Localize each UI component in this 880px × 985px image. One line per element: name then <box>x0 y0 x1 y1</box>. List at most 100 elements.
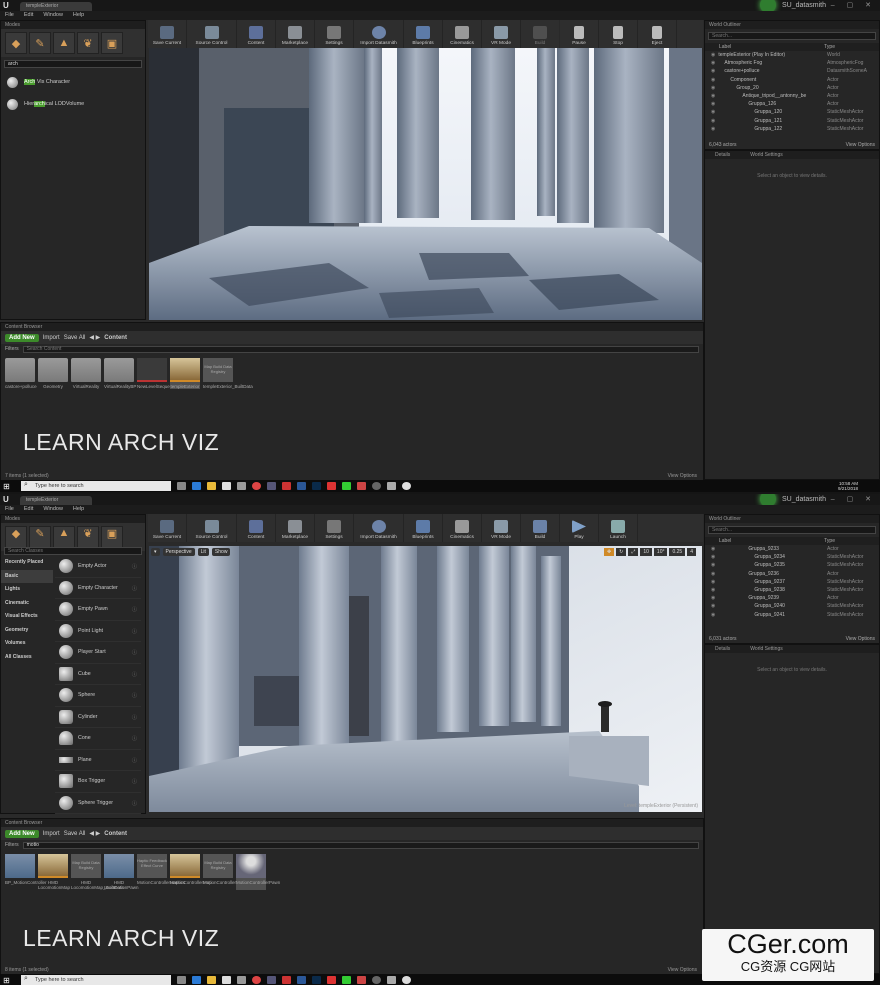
explorer-icon[interactable] <box>207 482 216 490</box>
details-tab[interactable]: Details <box>705 151 740 159</box>
blueprints-button[interactable]: Blueprints <box>404 514 443 542</box>
mail-icon[interactable] <box>237 976 246 984</box>
history-arrows-icon[interactable]: ◀ ▶ <box>89 830 100 837</box>
visibility-eye-icon[interactable]: ◉ <box>711 603 715 609</box>
place-mode-icon[interactable]: ◆ <box>5 526 27 548</box>
visibility-eye-icon[interactable]: ◉ <box>711 93 715 99</box>
translate-icon[interactable]: ✥ <box>603 548 615 556</box>
settings-button[interactable]: Settings <box>315 20 354 48</box>
details-tab[interactable]: Details <box>705 645 740 653</box>
visibility-eye-icon[interactable]: ◉ <box>711 52 715 58</box>
visibility-eye-icon[interactable]: ◉ <box>711 126 715 132</box>
outliner-row[interactable]: ◉ Gruppa_120 StaticMeshActor <box>705 108 879 116</box>
visibility-eye-icon[interactable]: ◉ <box>711 546 715 552</box>
visibility-eye-icon[interactable]: ◉ <box>711 554 715 560</box>
visibility-eye-icon[interactable]: ◉ <box>711 579 715 585</box>
geometry-mode-icon[interactable]: ▣ <box>101 526 123 548</box>
photoshop-icon[interactable] <box>312 976 321 984</box>
scale-icon[interactable]: ⤢ <box>628 548 639 556</box>
outliner-row[interactable]: ◉ castore+polluce DatasmithSceneA <box>705 67 879 75</box>
visibility-eye-icon[interactable]: ◉ <box>711 85 715 91</box>
outliner-row[interactable]: ◉ Gruppa_9240 StaticMeshActor <box>705 602 879 610</box>
app-icon[interactable] <box>357 976 366 984</box>
viewport-play-in-editor[interactable] <box>149 48 702 320</box>
cinematics-button[interactable]: Cinematics <box>443 20 482 48</box>
save-all-button[interactable]: Save All <box>64 831 86 837</box>
landscape-mode-icon[interactable]: ▲ <box>53 526 75 548</box>
cb-view-options-button[interactable]: View Options <box>668 473 697 479</box>
store-icon[interactable] <box>222 482 231 490</box>
visibility-eye-icon[interactable]: ◉ <box>711 595 715 601</box>
asset-level-sequence[interactable]: NewLevelSequence <box>137 358 177 389</box>
asset-motion-controller-map[interactable]: MotionControllerMap <box>170 854 212 890</box>
visibility-eye-icon[interactable]: ◉ <box>711 571 715 577</box>
filters-button[interactable]: Filters <box>5 346 19 352</box>
path-content[interactable]: Content <box>104 831 127 837</box>
outliner-row[interactable]: ◉ Gruppa_9241 StaticMeshActor <box>705 611 879 619</box>
asset-temple-exterior[interactable]: templeExterior <box>170 358 200 389</box>
folder-virtualreality[interactable]: VirtualReality <box>71 358 101 389</box>
edge-icon[interactable] <box>192 482 201 490</box>
task-view-icon[interactable] <box>177 482 186 490</box>
visibility-eye-icon[interactable]: ◉ <box>711 587 715 593</box>
window-controls[interactable]: – ▢ ✕ <box>831 1 876 9</box>
unreal-taskbar-icon[interactable] <box>402 976 411 984</box>
item-sphere[interactable]: Sphere ⓘ <box>55 685 141 707</box>
app-icon[interactable] <box>387 976 396 984</box>
view-options-button[interactable]: View Options <box>846 142 875 148</box>
outliner-row[interactable]: ◉ Group_20 Actor <box>705 84 879 92</box>
visibility-eye-icon[interactable]: ◉ <box>711 562 715 568</box>
task-view-icon[interactable] <box>177 976 186 984</box>
asset-built-data[interactable]: Map Build Data Registry templeExterior_Bu… <box>203 358 253 389</box>
word-icon[interactable] <box>297 976 306 984</box>
category-volumes[interactable]: Volumes <box>1 637 53 651</box>
outliner-search-input[interactable]: Search... <box>708 526 876 534</box>
item-cone[interactable]: Cone ⓘ <box>55 728 141 750</box>
grid-snap-value[interactable]: 10 <box>640 548 652 556</box>
import-datasmith-button[interactable]: Import Datasmith <box>354 514 404 542</box>
eject-button[interactable]: Eject <box>638 20 677 48</box>
app-icon[interactable] <box>327 482 336 490</box>
landscape-mode-icon[interactable]: ▲ <box>53 32 75 54</box>
level-tab[interactable]: templeExterior <box>20 2 92 11</box>
paint-mode-icon[interactable]: ✎ <box>29 32 51 54</box>
store-icon[interactable] <box>222 976 231 984</box>
chrome-icon[interactable] <box>252 976 261 984</box>
item-point-light[interactable]: Point Light ⓘ <box>55 621 141 642</box>
menu-help[interactable]: Help <box>68 505 89 513</box>
paint-mode-icon[interactable]: ✎ <box>29 526 51 548</box>
outliner-row[interactable]: ◉ Antique_tripod__antonny_be Actor <box>705 92 879 100</box>
category-lights[interactable]: Lights <box>1 583 53 597</box>
place-mode-icon[interactable]: ◆ <box>5 32 27 54</box>
asset-hmd-locomotion-pawn[interactable]: HMD LocomotionPawn <box>104 854 139 890</box>
import-button[interactable]: Import <box>43 335 60 341</box>
lit-button[interactable]: Lit <box>197 548 209 556</box>
level-tab[interactable]: templeExterior <box>20 496 92 505</box>
rotate-icon[interactable]: ↻ <box>616 548 627 556</box>
outliner-row[interactable]: ◉ Gruppa_122 StaticMeshActor <box>705 125 879 133</box>
asset-bp-motion-controller[interactable]: BP_MotionController <box>5 854 47 890</box>
visibility-eye-icon[interactable]: ◉ <box>711 68 715 74</box>
blueprints-button[interactable]: Blueprints <box>404 20 443 48</box>
vr-mode-button[interactable]: VR Mode <box>482 514 521 542</box>
mail-icon[interactable] <box>237 482 246 490</box>
add-new-button[interactable]: Add New <box>5 333 39 342</box>
vr-mode-button[interactable]: VR Mode <box>482 20 521 48</box>
menu-file[interactable]: File <box>0 505 19 513</box>
menu-window[interactable]: Window <box>38 505 68 513</box>
app-icon[interactable] <box>372 482 381 490</box>
category-all-classes[interactable]: All Classes <box>1 651 53 665</box>
taskbar-search-input[interactable]: Type here to search <box>21 480 171 491</box>
foliage-mode-icon[interactable]: ❦ <box>77 32 99 54</box>
show-button[interactable]: Show <box>211 548 231 556</box>
content-search-input[interactable]: Search Content <box>22 345 699 353</box>
menu-file[interactable]: File <box>0 11 19 19</box>
outliner-row[interactable]: ◉ Component Actor <box>705 76 879 84</box>
world-settings-tab[interactable]: World Settings <box>740 151 792 159</box>
item-box-trigger[interactable]: Box Trigger ⓘ <box>55 771 141 793</box>
outliner-row[interactable]: ◉ Gruppa_9238 StaticMeshActor <box>705 586 879 594</box>
modes-tab[interactable]: Modes <box>1 21 145 29</box>
item-empty-actor[interactable]: Empty Actor ⓘ <box>55 556 141 578</box>
level-viewport[interactable]: ▾ Perspective Lit Show ✥ ↻ ⤢ 10 10° 0.25… <box>149 546 702 812</box>
category-recently-placed[interactable]: Recently Placed <box>1 556 53 570</box>
